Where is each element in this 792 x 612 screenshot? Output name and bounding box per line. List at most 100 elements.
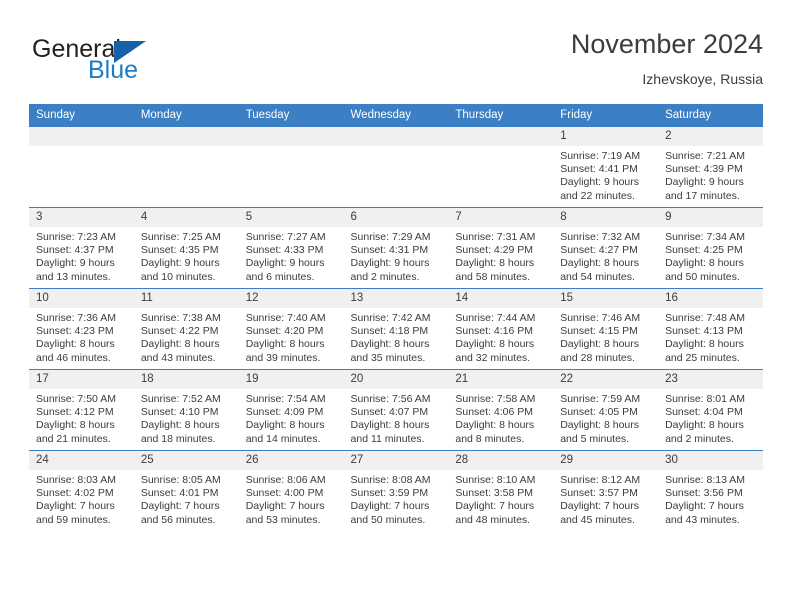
calendar-day-cell[interactable]: 21 Sunrise: 7:58 AM Sunset: 4:06 PM Dayligh… [448,369,554,451]
day-number: 20 [343,370,449,389]
daylight-duration-line2: and 50 minutes. [350,513,426,526]
daylight-duration-line1: Daylight: 8 hours [665,257,744,270]
title-block: November 2024 Izhevskoye, Russia [571,28,763,89]
calendar-page: General Blue November 2024 Izhevskoye, R… [0,0,792,612]
calendar-day-cell[interactable]: 15 Sunrise: 7:46 AM Sunset: 4:15 PM Dayligh… [553,288,659,370]
day-number: 30 [658,451,763,470]
sunrise-time: Sunrise: 7:27 AM [245,231,326,243]
daylight-duration-line2: and 28 minutes. [560,351,635,364]
calendar-day-cell[interactable]: 6 Sunrise: 7:29 AM Sunset: 4:31 PM Daylight… [343,207,449,289]
sunrise-time: Sunrise: 7:40 AM [245,312,326,324]
day-details: Sunrise: 7:36 AM Sunset: 4:23 PM Daylight:… [29,308,134,365]
day-number: 7 [448,208,554,227]
calendar-day-cell[interactable]: 26 Sunrise: 8:06 AM Sunset: 4:00 PM Dayligh… [238,450,344,531]
day-details: Sunrise: 7:44 AM Sunset: 4:16 PM Daylight:… [448,308,553,365]
calendar-week-row: 10 Sunrise: 7:36 AM Sunset: 4:23 PM Dayligh… [29,288,763,370]
daylight-duration-line1: Daylight: 8 hours [455,338,535,351]
calendar-day-cell[interactable]: 5 Sunrise: 7:27 AM Sunset: 4:33 PM Daylight… [238,207,344,289]
day-details: Sunrise: 8:05 AM Sunset: 4:01 PM Daylight:… [134,470,239,527]
calendar-day-cell[interactable]: 20 Sunrise: 7:56 AM Sunset: 4:07 PM Dayligh… [343,369,449,451]
sunrise-time: Sunrise: 7:36 AM [36,312,116,324]
calendar-day-cell[interactable]: 18 Sunrise: 7:52 AM Sunset: 4:10 PM Dayligh… [133,369,239,451]
calendar-day-cell[interactable]: 29 Sunrise: 8:12 AM Sunset: 3:57 PM Dayligh… [553,450,659,531]
daylight-duration-line1: Daylight: 8 hours [560,338,640,351]
calendar-day-cell[interactable]: 8 Sunrise: 7:32 AM Sunset: 4:27 PM Daylight… [553,207,659,289]
day-details: Sunrise: 7:40 AM Sunset: 4:20 PM Daylight:… [239,308,344,365]
calendar-day-cell[interactable]: 28 Sunrise: 8:10 AM Sunset: 3:58 PM Dayligh… [448,450,554,531]
day-number [133,127,239,146]
calendar-day-cell[interactable]: 14 Sunrise: 7:44 AM Sunset: 4:16 PM Dayligh… [448,288,554,370]
daylight-duration-line2: and 43 minutes. [665,513,740,526]
calendar-day-cell[interactable]: 11 Sunrise: 7:38 AM Sunset: 4:22 PM Dayligh… [133,288,239,370]
day-number: 11 [133,289,239,308]
calendar-day-cell[interactable]: 19 Sunrise: 7:54 AM Sunset: 4:09 PM Dayligh… [238,369,344,451]
daylight-duration-line1: Daylight: 7 hours [665,500,744,513]
sunset-time: Sunset: 4:27 PM [560,244,638,257]
daylight-duration-line1: Daylight: 8 hours [455,419,535,432]
sunrise-time: Sunrise: 7:42 AM [350,312,431,324]
calendar-day-cell[interactable]: 7 Sunrise: 7:31 AM Sunset: 4:29 PM Daylight… [448,207,554,289]
day-number: 5 [238,208,344,227]
calendar-day-cell[interactable]: 1 Sunrise: 7:19 AM Sunset: 4:41 PM Daylight… [553,126,659,208]
sunset-time: Sunset: 4:29 PM [455,244,534,257]
sunrise-time: Sunrise: 7:58 AM [455,393,536,405]
daylight-duration-line1: Daylight: 8 hours [36,338,115,351]
sunrise-time: Sunrise: 7:21 AM [665,150,746,162]
calendar-day-cell[interactable]: 9 Sunrise: 7:34 AM Sunset: 4:25 PM Daylight… [658,207,763,289]
sunrise-time: Sunrise: 8:03 AM [36,474,116,486]
day-number: 1 [553,127,659,146]
daylight-duration-line1: Daylight: 8 hours [560,419,640,432]
calendar-day-cell[interactable]: 10 Sunrise: 7:36 AM Sunset: 4:23 PM Dayligh… [29,288,134,370]
sunset-time: Sunset: 4:04 PM [665,406,743,419]
daylight-duration-line2: and 2 minutes. [350,270,420,283]
daylight-duration-line1: Daylight: 8 hours [665,338,744,351]
daylight-duration-line1: Daylight: 9 hours [245,257,325,270]
day-number: 4 [133,208,239,227]
day-details: Sunrise: 7:46 AM Sunset: 4:15 PM Daylight:… [553,308,658,365]
daylight-duration-line1: Daylight: 9 hours [350,257,430,270]
calendar-table: Sunday Monday Tuesday Wednesday Thursday… [29,104,763,531]
calendar-day-cell[interactable]: 27 Sunrise: 8:08 AM Sunset: 3:59 PM Dayligh… [343,450,449,531]
logo-text-blue: Blue [88,56,139,84]
calendar-day-cell[interactable]: 2 Sunrise: 7:21 AM Sunset: 4:39 PM Daylight… [658,126,763,208]
daylight-duration-line2: and 18 minutes. [140,432,216,445]
sunset-time: Sunset: 4:09 PM [245,406,324,419]
weekday-header-saturday: Saturday [658,104,763,127]
calendar-day-cell[interactable]: 3 Sunrise: 7:23 AM Sunset: 4:37 PM Daylight… [29,207,134,289]
calendar-day-cell[interactable]: 16 Sunrise: 7:48 AM Sunset: 4:13 PM Dayligh… [658,288,763,370]
calendar-day-cell[interactable]: 17 Sunrise: 7:50 AM Sunset: 4:12 PM Dayligh… [29,369,134,451]
day-details: Sunrise: 7:52 AM Sunset: 4:10 PM Daylight:… [134,389,239,446]
page-title: November 2024 [570,29,763,59]
calendar-day-cell[interactable]: 24 Sunrise: 8:03 AM Sunset: 4:02 PM Dayligh… [29,450,134,531]
daylight-duration-line2: and 8 minutes. [455,432,525,445]
sunset-time: Sunset: 4:39 PM [665,163,743,176]
calendar-day-cell[interactable]: 25 Sunrise: 8:05 AM Sunset: 4:01 PM Dayligh… [133,450,239,531]
sunrise-time: Sunrise: 7:31 AM [455,231,536,243]
weekday-header-thursday: Thursday [448,104,554,127]
calendar-day-cell[interactable]: 30 Sunrise: 8:13 AM Sunset: 3:56 PM Dayligh… [658,450,763,531]
day-details: Sunrise: 7:19 AM Sunset: 4:41 PM Daylight:… [553,146,658,203]
day-number: 23 [658,370,763,389]
calendar-day-cell[interactable]: 4 Sunrise: 7:25 AM Sunset: 4:35 PM Daylight… [133,207,239,289]
daylight-duration-line1: Daylight: 8 hours [455,257,535,270]
sunrise-time: Sunrise: 7:52 AM [140,393,221,405]
calendar-body: 1 Sunrise: 7:19 AM Sunset: 4:41 PM Daylight… [29,126,763,531]
sunset-time: Sunset: 4:35 PM [140,244,219,257]
daylight-duration-line1: Daylight: 9 hours [665,176,744,189]
calendar-day-cell[interactable]: 13 Sunrise: 7:42 AM Sunset: 4:18 PM Dayligh… [343,288,449,370]
calendar-day-cell[interactable]: 22 Sunrise: 7:59 AM Sunset: 4:05 PM Dayligh… [553,369,659,451]
weekday-header-monday: Monday [133,104,239,127]
calendar-day-cell[interactable]: 12 Sunrise: 7:40 AM Sunset: 4:20 PM Dayligh… [238,288,344,370]
sunrise-time: Sunrise: 7:34 AM [665,231,746,243]
sunset-time: Sunset: 4:00 PM [245,487,324,500]
daylight-duration-line1: Daylight: 7 hours [36,500,115,513]
weekday-header-wednesday: Wednesday [343,104,449,127]
daylight-duration-line2: and 53 minutes. [245,513,321,526]
calendar-cell-empty [238,126,344,208]
calendar-day-cell[interactable]: 23 Sunrise: 8:01 AM Sunset: 4:04 PM Dayligh… [658,369,763,451]
day-details: Sunrise: 7:32 AM Sunset: 4:27 PM Daylight:… [553,227,658,284]
page-header: General Blue November 2024 Izhevskoye, R… [29,28,763,98]
daylight-duration-line2: and 17 minutes. [665,189,740,202]
calendar-cell-empty [343,126,449,208]
sunset-time: Sunset: 4:15 PM [560,325,638,338]
